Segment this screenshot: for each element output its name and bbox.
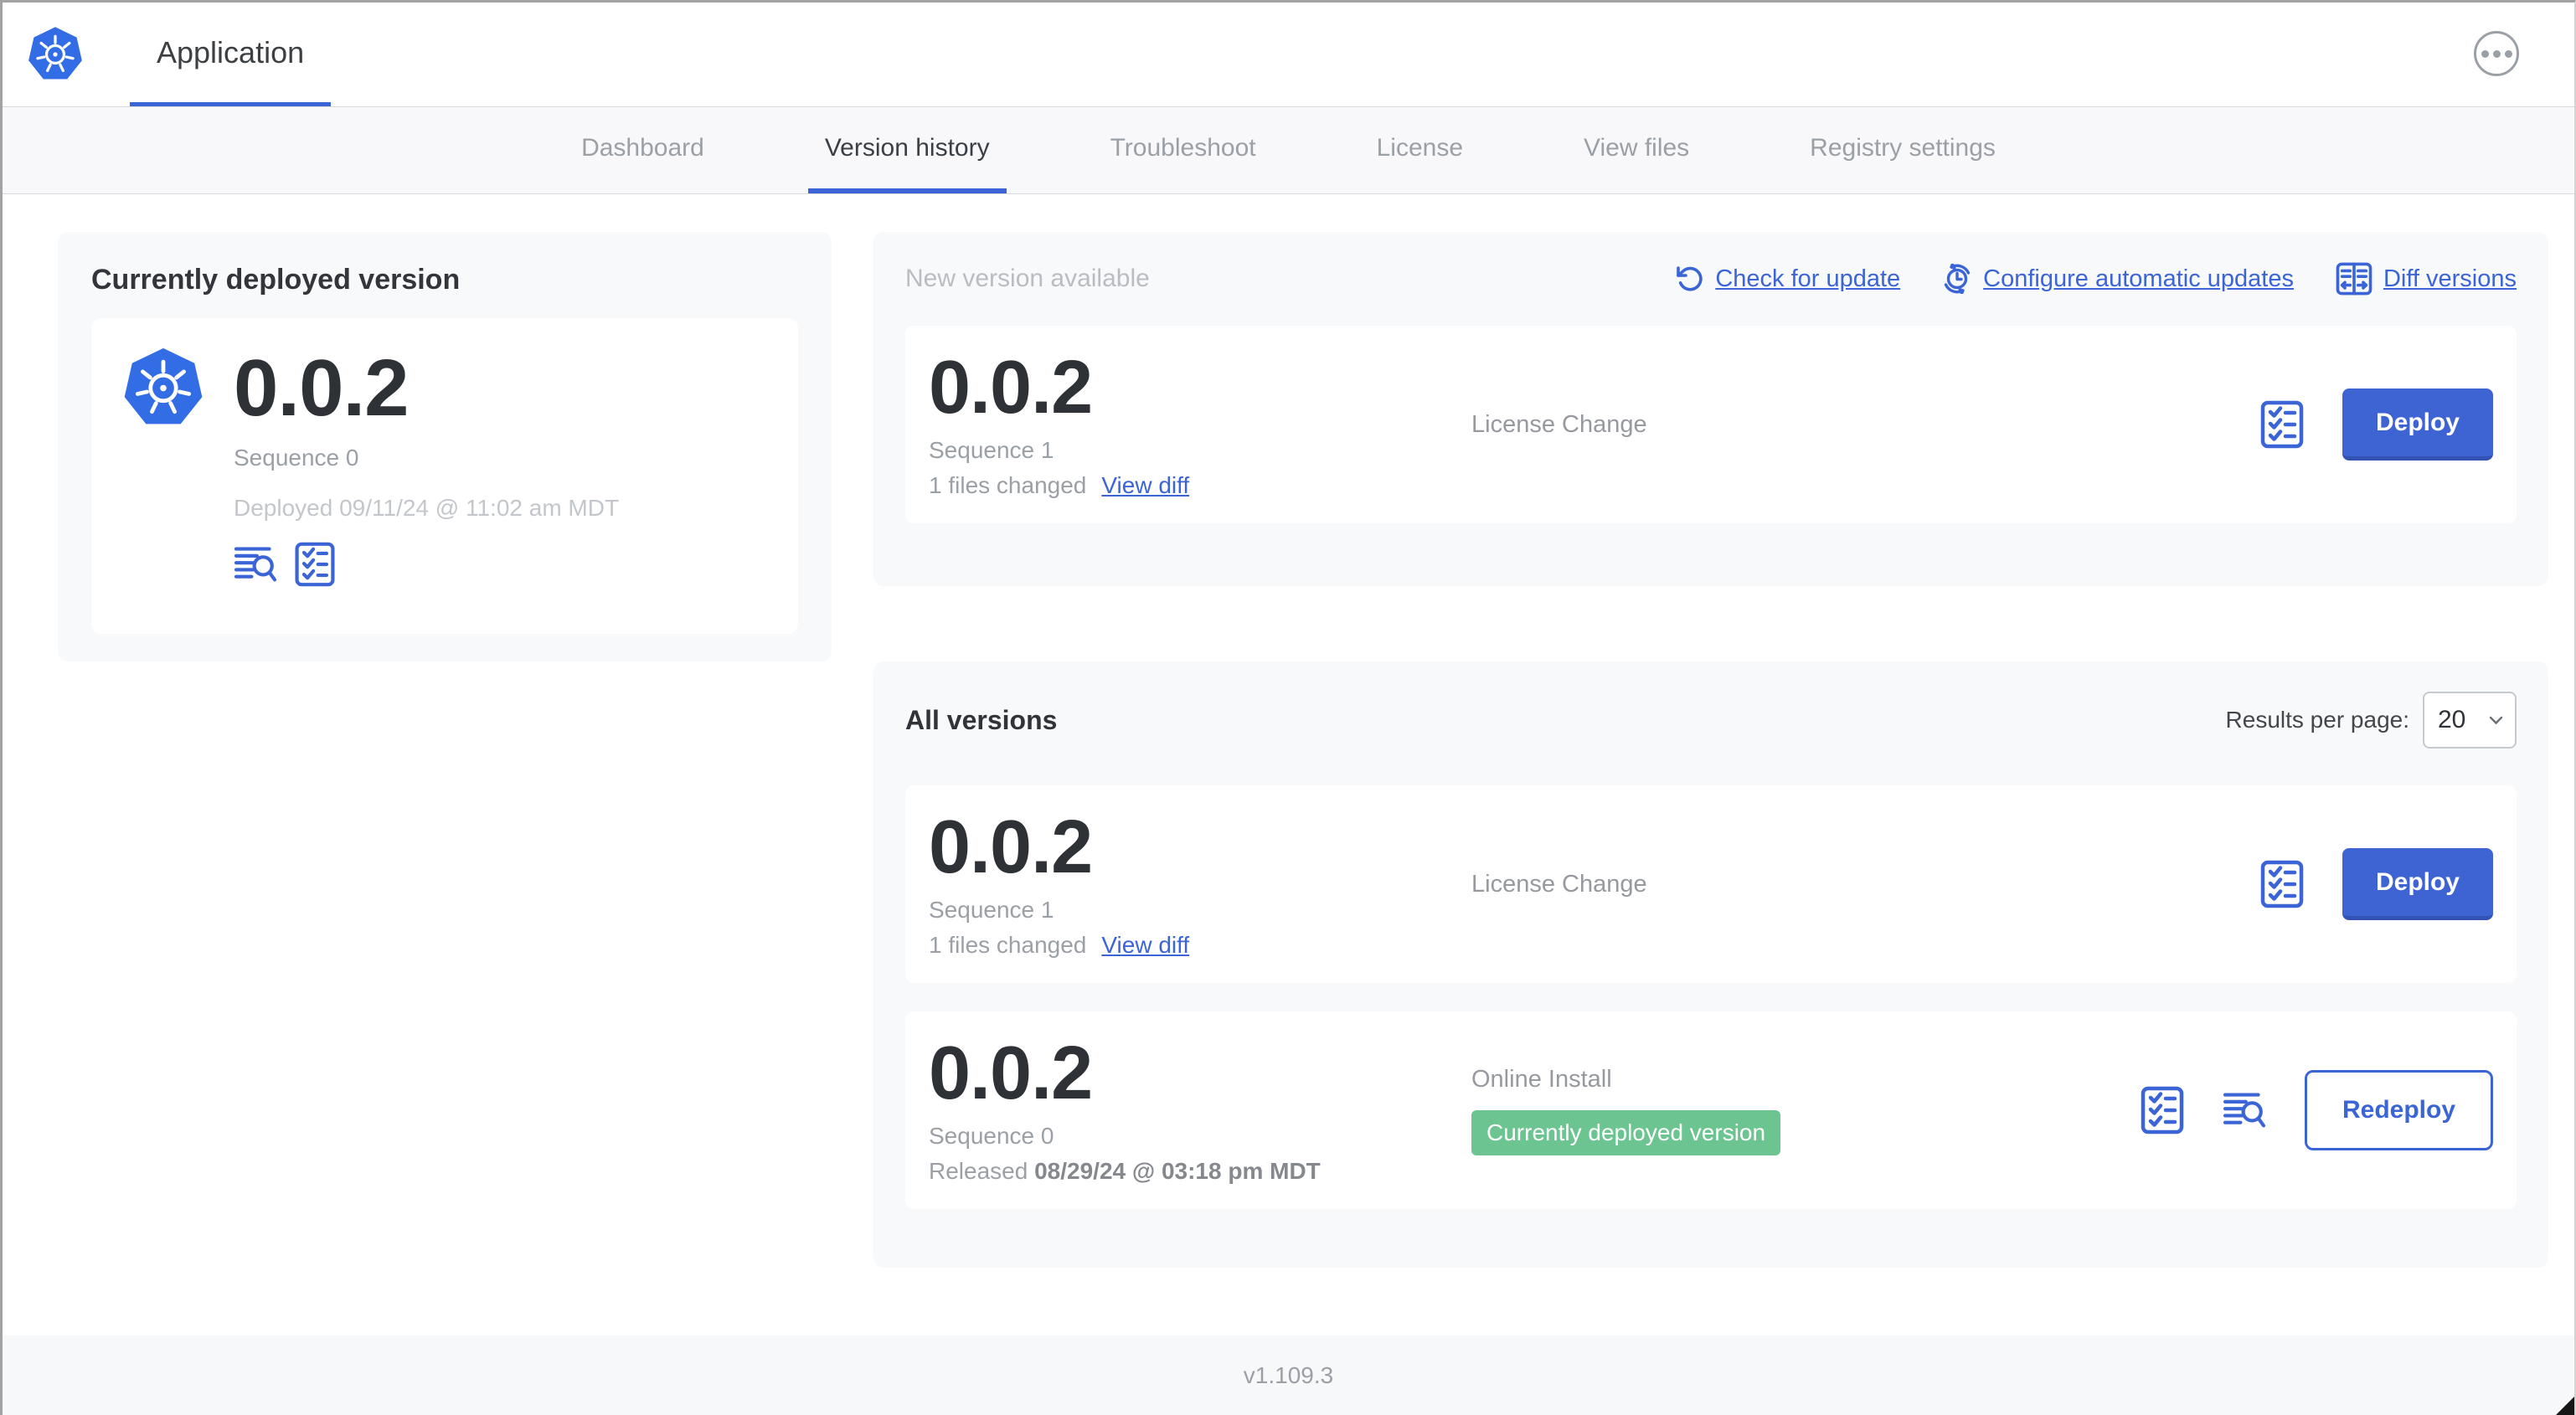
preflight-checklist-icon[interactable] — [2260, 860, 2304, 908]
currently-deployed-badge: Currently deployed version — [1471, 1109, 1781, 1155]
application-tab[interactable]: Application — [130, 3, 332, 106]
row-version-number: 0.0.2 — [929, 1032, 1093, 1115]
currently-deployed-panel: Currently deployed version 0.0.2 Sequenc… — [58, 232, 832, 661]
redeploy-button[interactable]: Redeploy — [2304, 1070, 2493, 1150]
kubernetes-logo-icon — [28, 26, 83, 83]
results-per-page-value: 20 — [2438, 706, 2466, 733]
diff-versions-link[interactable]: Diff versions — [2336, 262, 2517, 296]
diff-versions-label: Diff versions — [2383, 265, 2517, 292]
main-navbar: Dashboard Version history Troubleshoot L… — [3, 107, 2574, 194]
tab-registry-settings[interactable]: Registry settings — [1793, 107, 2012, 193]
tab-version-history[interactable]: Version history — [807, 107, 1007, 193]
ellipsis-menu-button[interactable] — [2474, 31, 2519, 76]
application-tab-label: Application — [157, 34, 305, 69]
results-per-page-label: Results per page: — [2225, 707, 2409, 733]
app-logo — [28, 3, 83, 106]
version-row-sequence-1: 0.0.2 Sequence 1 1 files changed View di… — [905, 785, 2517, 983]
row-source-label: License Change — [1471, 870, 1647, 898]
new-version-panel: New version available Check for update C… — [873, 232, 2548, 586]
row-version-number: 0.0.2 — [929, 346, 1093, 430]
tab-license[interactable]: License — [1360, 107, 1480, 193]
row-source-label: License Change — [1471, 410, 1647, 438]
row-version-number: 0.0.2 — [929, 805, 1093, 889]
row-sequence: Sequence 1 — [929, 897, 1054, 923]
view-diff-link[interactable]: View diff — [1101, 472, 1189, 499]
preflight-checklist-icon[interactable] — [294, 542, 336, 587]
files-changed-label: 1 files changed — [929, 472, 1087, 498]
view-diff-link[interactable]: View diff — [1101, 932, 1189, 959]
new-version-title: New version available — [905, 265, 1150, 292]
row-source-label: Online Install — [1471, 1065, 1612, 1093]
row-released-timestamp: Released 08/29/24 @ 03:18 pm MDT — [929, 1158, 1321, 1184]
app-footer: v1.109.3 — [3, 1335, 2574, 1415]
chevron-down-icon — [2489, 716, 2503, 725]
view-logs-icon[interactable] — [2223, 1091, 2266, 1129]
tab-troubleshoot[interactable]: Troubleshoot — [1094, 107, 1273, 193]
deployed-timestamp: Deployed 09/11/24 @ 11:02 am MDT — [234, 495, 620, 521]
all-versions-panel: All versions Results per page: 20 0.0.2 — [873, 661, 2548, 1268]
version-row-sequence-0: 0.0.2 Sequence 0 Released 08/29/24 @ 03:… — [905, 1011, 2517, 1209]
row-sequence: Sequence 1 — [929, 437, 1054, 463]
tab-view-files[interactable]: View files — [1567, 107, 1706, 193]
view-logs-icon[interactable] — [234, 545, 277, 584]
preflight-checklist-icon[interactable] — [2141, 1086, 2184, 1135]
refresh-icon — [1676, 265, 1704, 293]
auto-update-icon — [1942, 264, 1972, 294]
deployed-sequence: Sequence 0 — [234, 445, 359, 471]
configure-automatic-updates-label: Configure automatic updates — [1983, 265, 2294, 292]
mouse-cursor — [2556, 1397, 2574, 1415]
diff-icon — [2336, 262, 2372, 296]
app-header: Application — [3, 3, 2574, 107]
version-history-page: { "header": { "app_tab": "Application" }… — [0, 0, 2576, 1415]
ellipsis-icon — [2481, 49, 2489, 58]
row-sequence: Sequence 0 — [929, 1123, 1054, 1149]
console-version-label: v1.109.3 — [1243, 1361, 1334, 1388]
results-per-page-select[interactable]: 20 — [2423, 692, 2517, 749]
new-version-row: 0.0.2 Sequence 1 1 files changed View di… — [905, 326, 2517, 523]
deploy-button[interactable]: Deploy — [2342, 848, 2493, 920]
check-for-update-label: Check for update — [1715, 265, 1901, 292]
currently-deployed-title: Currently deployed version — [91, 264, 461, 296]
preflight-checklist-icon[interactable] — [2260, 400, 2304, 449]
check-for-update-link[interactable]: Check for update — [1676, 265, 1900, 293]
configure-automatic-updates-link[interactable]: Configure automatic updates — [1942, 264, 2294, 294]
kubernetes-app-icon — [123, 347, 204, 430]
tab-dashboard[interactable]: Dashboard — [564, 107, 721, 193]
files-changed-label: 1 files changed — [929, 932, 1087, 958]
deployed-version-number: 0.0.2 — [234, 342, 410, 433]
deploy-button[interactable]: Deploy — [2342, 388, 2493, 461]
all-versions-title: All versions — [905, 704, 1058, 735]
deployed-version-card: 0.0.2 Sequence 0 Deployed 09/11/24 @ 11:… — [91, 318, 798, 634]
